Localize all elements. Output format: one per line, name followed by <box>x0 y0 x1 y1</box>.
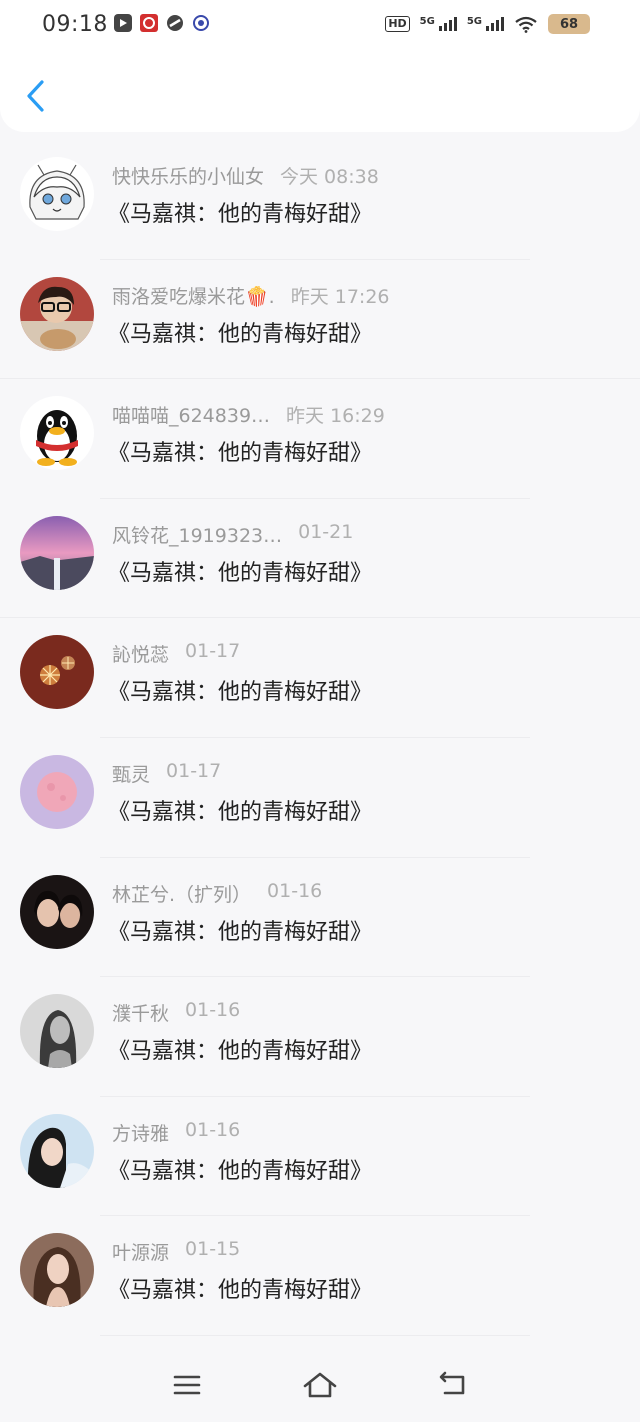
message-time: 01-16 <box>267 879 323 902</box>
message-time: 01-16 <box>185 1118 241 1141</box>
message-text: 《马嘉祺：他的青梅好甜》 <box>108 799 373 825</box>
list-item[interactable]: 快快乐乐的小仙女 今天 08:38 《马嘉祺：他的青梅好甜》 <box>0 140 640 260</box>
list-item[interactable]: 雨洛爱吃爆米花🍿. 昨天 17:26 《马嘉祺：他的青梅好甜》 <box>0 260 640 380</box>
avatar[interactable] <box>20 874 94 949</box>
home-button[interactable] <box>302 1367 338 1403</box>
message-meta: 甄灵 01-17 <box>112 760 221 787</box>
message-meta: 雨洛爱吃爆米花🍿. 昨天 17:26 <box>112 282 390 309</box>
sender-name: 风铃花_1919323… <box>112 524 283 547</box>
home-icon <box>303 1372 337 1398</box>
message-time: 昨天 16:29 <box>286 405 385 428</box>
list-item[interactable]: 訫悦蕊 01-17 《马嘉祺：他的青梅好甜》 <box>0 618 640 738</box>
list-item[interactable]: 风铃花_1919323… 01-21 《马嘉祺：他的青梅好甜》 <box>0 499 640 619</box>
back-nav-button[interactable] <box>435 1367 471 1403</box>
list-item[interactable]: 方诗雅 01-16 《马嘉祺：他的青梅好甜》 <box>0 1097 640 1217</box>
status-indicators: HD 5G 5G 68 <box>385 14 590 34</box>
sender-name: 甄灵 <box>112 763 151 786</box>
sender-name: 雨洛爱吃爆米花🍿. <box>112 285 275 308</box>
message-meta: 訫悦蕊 01-17 <box>112 640 240 667</box>
message-text: 《马嘉祺：他的青梅好甜》 <box>108 680 373 706</box>
message-text: 《马嘉祺：他的青梅好甜》 <box>108 441 373 467</box>
status-time: 09:18 <box>42 12 108 37</box>
message-text: 《马嘉祺：他的青梅好甜》 <box>108 919 373 945</box>
message-list: 快快乐乐的小仙女 今天 08:38 《马嘉祺：他的青梅好甜》 雨洛爱吃爆米花🍿.… <box>0 140 640 1336</box>
message-meta: 濮千秋 01-16 <box>112 999 240 1026</box>
chevron-left-icon <box>27 80 44 112</box>
avatar[interactable] <box>20 515 94 590</box>
sender-name: 快快乐乐的小仙女 <box>112 166 265 188</box>
message-meta: 风铃花_1919323… 01-21 <box>112 521 353 548</box>
list-item[interactable]: 林芷兮.（扩列） 01-16 《马嘉祺：他的青梅好甜》 <box>0 858 640 978</box>
message-meta: 喵喵喵_624839… 昨天 16:29 <box>112 401 385 428</box>
red-app-icon <box>140 14 158 32</box>
message-meta: 方诗雅 01-16 <box>112 1119 240 1146</box>
back-button[interactable] <box>22 78 50 114</box>
menu-icon <box>173 1375 200 1395</box>
menu-button[interactable] <box>169 1367 205 1403</box>
message-time: 01-21 <box>298 520 354 543</box>
top-header <box>0 50 640 132</box>
status-bar: 09:18 HD 5G 5G 68 <box>0 0 640 50</box>
message-time: 01-16 <box>185 999 241 1022</box>
avatar[interactable] <box>20 1113 94 1188</box>
sim1-label: 5G <box>419 16 435 27</box>
sender-name: 濮千秋 <box>112 1003 170 1026</box>
wifi-icon <box>515 16 537 33</box>
message-meta: 林芷兮.（扩列） 01-16 <box>112 880 322 907</box>
list-item[interactable]: 喵喵喵_624839… 昨天 16:29 《马嘉祺：他的青梅好甜》 <box>0 379 640 499</box>
message-time: 昨天 17:26 <box>290 285 390 308</box>
divider <box>100 1334 530 1336</box>
avatar[interactable] <box>20 635 94 710</box>
avatar[interactable] <box>20 754 94 829</box>
message-text: 《马嘉祺：他的青梅好甜》 <box>108 560 373 586</box>
media-app-icon <box>114 14 132 32</box>
message-text: 《马嘉祺：他的青梅好甜》 <box>108 202 373 227</box>
back-arrow-icon <box>440 1371 465 1395</box>
sim2-label: 5G <box>466 16 482 27</box>
message-text: 《马嘉祺：他的青梅好甜》 <box>108 321 373 347</box>
message-time: 01-17 <box>185 640 241 663</box>
link-app-icon <box>166 14 184 32</box>
signal-sim1-icon: 5G <box>420 17 457 31</box>
list-item[interactable]: 濮千秋 01-16 《马嘉祺：他的青梅好甜》 <box>0 977 640 1097</box>
message-time: 01-17 <box>166 759 222 782</box>
sender-name: 叶源源 <box>112 1242 170 1265</box>
sender-name: 方诗雅 <box>112 1122 170 1145</box>
signal-sim2-icon: 5G <box>467 17 504 31</box>
message-text: 《马嘉祺：他的青梅好甜》 <box>108 1278 373 1304</box>
sender-name: 林芷兮.（扩列） <box>112 883 252 906</box>
avatar[interactable] <box>20 276 94 351</box>
message-text: 《马嘉祺：他的青梅好甜》 <box>108 1039 373 1065</box>
sender-name: 喵喵喵_624839… <box>112 405 271 428</box>
message-time: 01-15 <box>185 1238 241 1261</box>
message-meta: 快快乐乐的小仙女 今天 08:38 <box>112 162 379 189</box>
message-text: 《马嘉祺：他的青梅好甜》 <box>108 1158 373 1184</box>
avatar[interactable] <box>20 994 94 1069</box>
hd-badge: HD <box>385 16 410 32</box>
list-item[interactable]: 甄灵 01-17 《马嘉祺：他的青梅好甜》 <box>0 738 640 858</box>
status-app-icons <box>114 14 210 32</box>
system-nav-bar <box>0 1348 640 1422</box>
sender-name: 訫悦蕊 <box>112 644 170 667</box>
avatar[interactable] <box>20 157 94 231</box>
battery-indicator: 68 <box>548 14 590 34</box>
blue-app-icon <box>192 14 210 32</box>
avatar[interactable] <box>20 1233 94 1308</box>
message-meta: 叶源源 01-15 <box>112 1238 240 1265</box>
list-item[interactable]: 叶源源 01-15 《马嘉祺：他的青梅好甜》 <box>0 1216 640 1336</box>
avatar[interactable] <box>20 396 94 471</box>
message-time: 今天 08:38 <box>280 166 379 188</box>
